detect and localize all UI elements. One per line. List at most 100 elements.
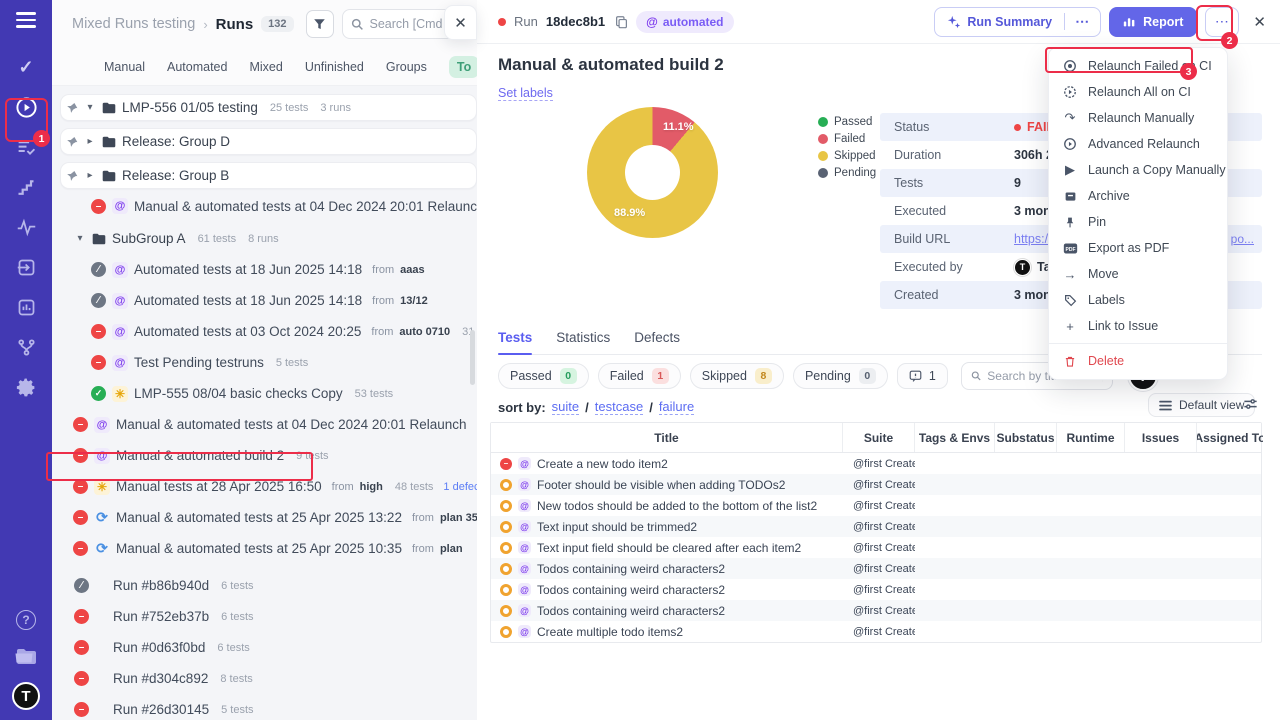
menu-relaunch-failed-ci[interactable]: Relaunch Failed on CI: [1049, 53, 1227, 79]
default-view-button[interactable]: Default view: [1148, 393, 1255, 417]
tab-automated[interactable]: Automated: [167, 60, 227, 74]
menu-link-to-issue[interactable]: + Link to Issue: [1049, 313, 1227, 339]
menu-move[interactable]: → Move: [1049, 261, 1227, 287]
branches-icon[interactable]: [14, 336, 38, 360]
breadcrumb-section[interactable]: Runs: [216, 16, 254, 33]
copy-icon[interactable]: [615, 15, 628, 29]
run-row[interactable]: – ⟳ Manual & automated tests at 25 Apr 2…: [67, 533, 477, 564]
tab-defects[interactable]: Defects: [634, 330, 680, 345]
menu-delete[interactable]: Delete: [1049, 348, 1227, 374]
col-title[interactable]: Title: [491, 423, 843, 452]
run-row[interactable]: ✓ ✳ LMP-555 08/04 basic checks Copy 53 t…: [85, 378, 477, 409]
breadcrumb-project[interactable]: Mixed Runs testing: [72, 16, 195, 32]
run-row[interactable]: – Run #0d63f0bd 6 tests: [68, 632, 477, 663]
pulse-icon[interactable]: [14, 216, 38, 240]
tasks-check-icon[interactable]: ✓: [14, 56, 38, 80]
sort-by-failure[interactable]: failure: [659, 399, 694, 415]
run-row[interactable]: ∕ @ Automated tests at 18 Jun 2025 14:18…: [85, 254, 477, 285]
build-url-link-end[interactable]: po...: [1231, 232, 1254, 246]
run-row[interactable]: – @ Manual & automated tests at 04 Dec 2…: [67, 409, 477, 440]
run-summary-more-button[interactable]: ⋯: [1064, 13, 1100, 30]
tab-groups[interactable]: Groups: [386, 60, 427, 74]
menu-pin[interactable]: Pin: [1049, 209, 1227, 235]
settings-gear-icon[interactable]: [14, 376, 38, 400]
report-button[interactable]: Report: [1109, 7, 1197, 37]
set-labels-link[interactable]: Set labels: [498, 86, 553, 101]
test-row[interactable]: @Todos containing weird characters2 @fir…: [491, 558, 1261, 579]
run-row[interactable]: – ⟳ Manual & automated tests at 25 Apr 2…: [67, 502, 477, 533]
sort-by-suite[interactable]: suite: [552, 399, 579, 415]
run-row[interactable]: – @ Manual & automated tests at 04 Dec 2…: [85, 189, 477, 223]
run-row[interactable]: – Run #d304c892 8 tests: [68, 663, 477, 694]
analytics-icon[interactable]: [14, 296, 38, 320]
run-row[interactable]: – Run #752eb37b 6 tests: [68, 601, 477, 632]
chevron-down-icon[interactable]: ▾: [84, 102, 96, 113]
report-list-icon[interactable]: [14, 136, 38, 160]
close-icon[interactable]: ✕: [1253, 13, 1266, 31]
menu-advanced-relaunch[interactable]: Advanced Relaunch: [1049, 131, 1227, 157]
run-group-row[interactable]: ▸ Release: Group B: [60, 162, 477, 189]
test-row[interactable]: @Create multiple todo items2 @first Crea…: [491, 621, 1261, 642]
run-row[interactable]: – @ Test Pending testruns 5 tests: [85, 347, 477, 378]
menu-archive[interactable]: Archive: [1049, 183, 1227, 209]
help-icon[interactable]: ?: [16, 610, 36, 630]
tab-statistics[interactable]: Statistics: [556, 330, 610, 345]
pending-filter-chip[interactable]: Pending0: [793, 363, 888, 389]
run-defects-count[interactable]: 1 defects: [443, 481, 477, 493]
filter-button[interactable]: [306, 10, 334, 38]
test-row[interactable]: @Todos containing weird characters2 @fir…: [491, 579, 1261, 600]
run-group-row[interactable]: ▾ SubGroup A 61 tests 8 runs: [68, 223, 477, 254]
tab-today[interactable]: To: [449, 56, 477, 78]
skipped-filter-chip[interactable]: Skipped8: [690, 363, 784, 389]
run-row[interactable]: ∕ Run #b86b940d 6 tests: [68, 570, 477, 601]
sort-by-testcase[interactable]: testcase: [595, 399, 643, 415]
app-logo[interactable]: T: [12, 682, 40, 710]
run-row[interactable]: – ✳ Manual tests at 28 Apr 2025 16:50 fr…: [67, 471, 477, 502]
run-row[interactable]: – @ Automated tests at 03 Oct 2024 20:25…: [85, 316, 477, 347]
chevron-right-icon[interactable]: ▸: [84, 170, 96, 181]
tab-tests[interactable]: Tests: [498, 330, 532, 345]
tab-manual[interactable]: Manual: [104, 60, 145, 74]
passed-filter-chip[interactable]: Passed0: [498, 363, 589, 389]
test-row[interactable]: –@Create a new todo item2 @first Create …: [491, 453, 1261, 474]
run-row[interactable]: – Run #26d30145 5 tests: [68, 694, 477, 720]
chevron-right-icon[interactable]: ▸: [84, 136, 96, 147]
more-actions-button[interactable]: ⋯: [1205, 7, 1239, 37]
run-group-row[interactable]: ▾ LMP-556 01/05 testing 25 tests 3 runs: [60, 94, 477, 121]
projects-folder-icon[interactable]: [14, 644, 38, 668]
test-row[interactable]: @Text input should be trimmed2 @first Cr…: [491, 516, 1261, 537]
tab-mixed[interactable]: Mixed: [249, 60, 282, 74]
test-row[interactable]: @Todos containing weird characters2 @fir…: [491, 600, 1261, 621]
menu-labels[interactable]: Labels: [1049, 287, 1227, 313]
mixed-run-icon: ⟳: [94, 510, 110, 526]
tab-unfinished[interactable]: Unfinished: [305, 60, 364, 74]
run-group-row[interactable]: ▸ Release: Group D: [60, 128, 477, 155]
col-substatus[interactable]: Substatus: [995, 423, 1057, 452]
runs-play-icon[interactable]: [14, 96, 38, 120]
menu-export-pdf[interactable]: PDF Export as PDF: [1049, 235, 1227, 261]
menu-launch-copy[interactable]: ▶ Launch a Copy Manually: [1049, 157, 1227, 183]
col-runtime[interactable]: Runtime: [1057, 423, 1125, 452]
test-row[interactable]: @New todos should be added to the bottom…: [491, 495, 1261, 516]
comments-filter-chip[interactable]: 1: [897, 363, 948, 389]
menu-relaunch-manually[interactable]: ↷ Relaunch Manually: [1049, 105, 1227, 131]
col-tags-envs[interactable]: Tags & Envs: [915, 423, 995, 452]
chevron-down-icon[interactable]: ▾: [74, 233, 86, 244]
steps-icon[interactable]: [14, 176, 38, 200]
run-row-selected[interactable]: – @ Manual & automated build 2 9 tests: [67, 440, 477, 471]
menu-relaunch-all-ci[interactable]: Relaunch All on CI: [1049, 79, 1227, 105]
col-issues[interactable]: Issues: [1125, 423, 1197, 452]
build-url-link[interactable]: https:/: [1014, 232, 1048, 246]
failed-filter-chip[interactable]: Failed1: [598, 363, 681, 389]
hamburger-menu-icon[interactable]: [16, 12, 36, 28]
test-row[interactable]: @Text input field should be cleared afte…: [491, 537, 1261, 558]
panel-close-button[interactable]: ✕: [444, 5, 477, 40]
run-summary-button[interactable]: Run Summary ⋯: [934, 7, 1101, 37]
col-assigned-to[interactable]: Assigned To: [1197, 423, 1263, 452]
test-row[interactable]: @Footer should be visible when adding TO…: [491, 474, 1261, 495]
view-settings-icon[interactable]: [1243, 397, 1258, 411]
col-suite[interactable]: Suite: [843, 423, 915, 452]
import-icon[interactable]: [14, 256, 38, 280]
run-row[interactable]: ∕ @ Automated tests at 18 Jun 2025 14:18…: [85, 285, 477, 316]
list-scrollbar[interactable]: [470, 330, 475, 385]
